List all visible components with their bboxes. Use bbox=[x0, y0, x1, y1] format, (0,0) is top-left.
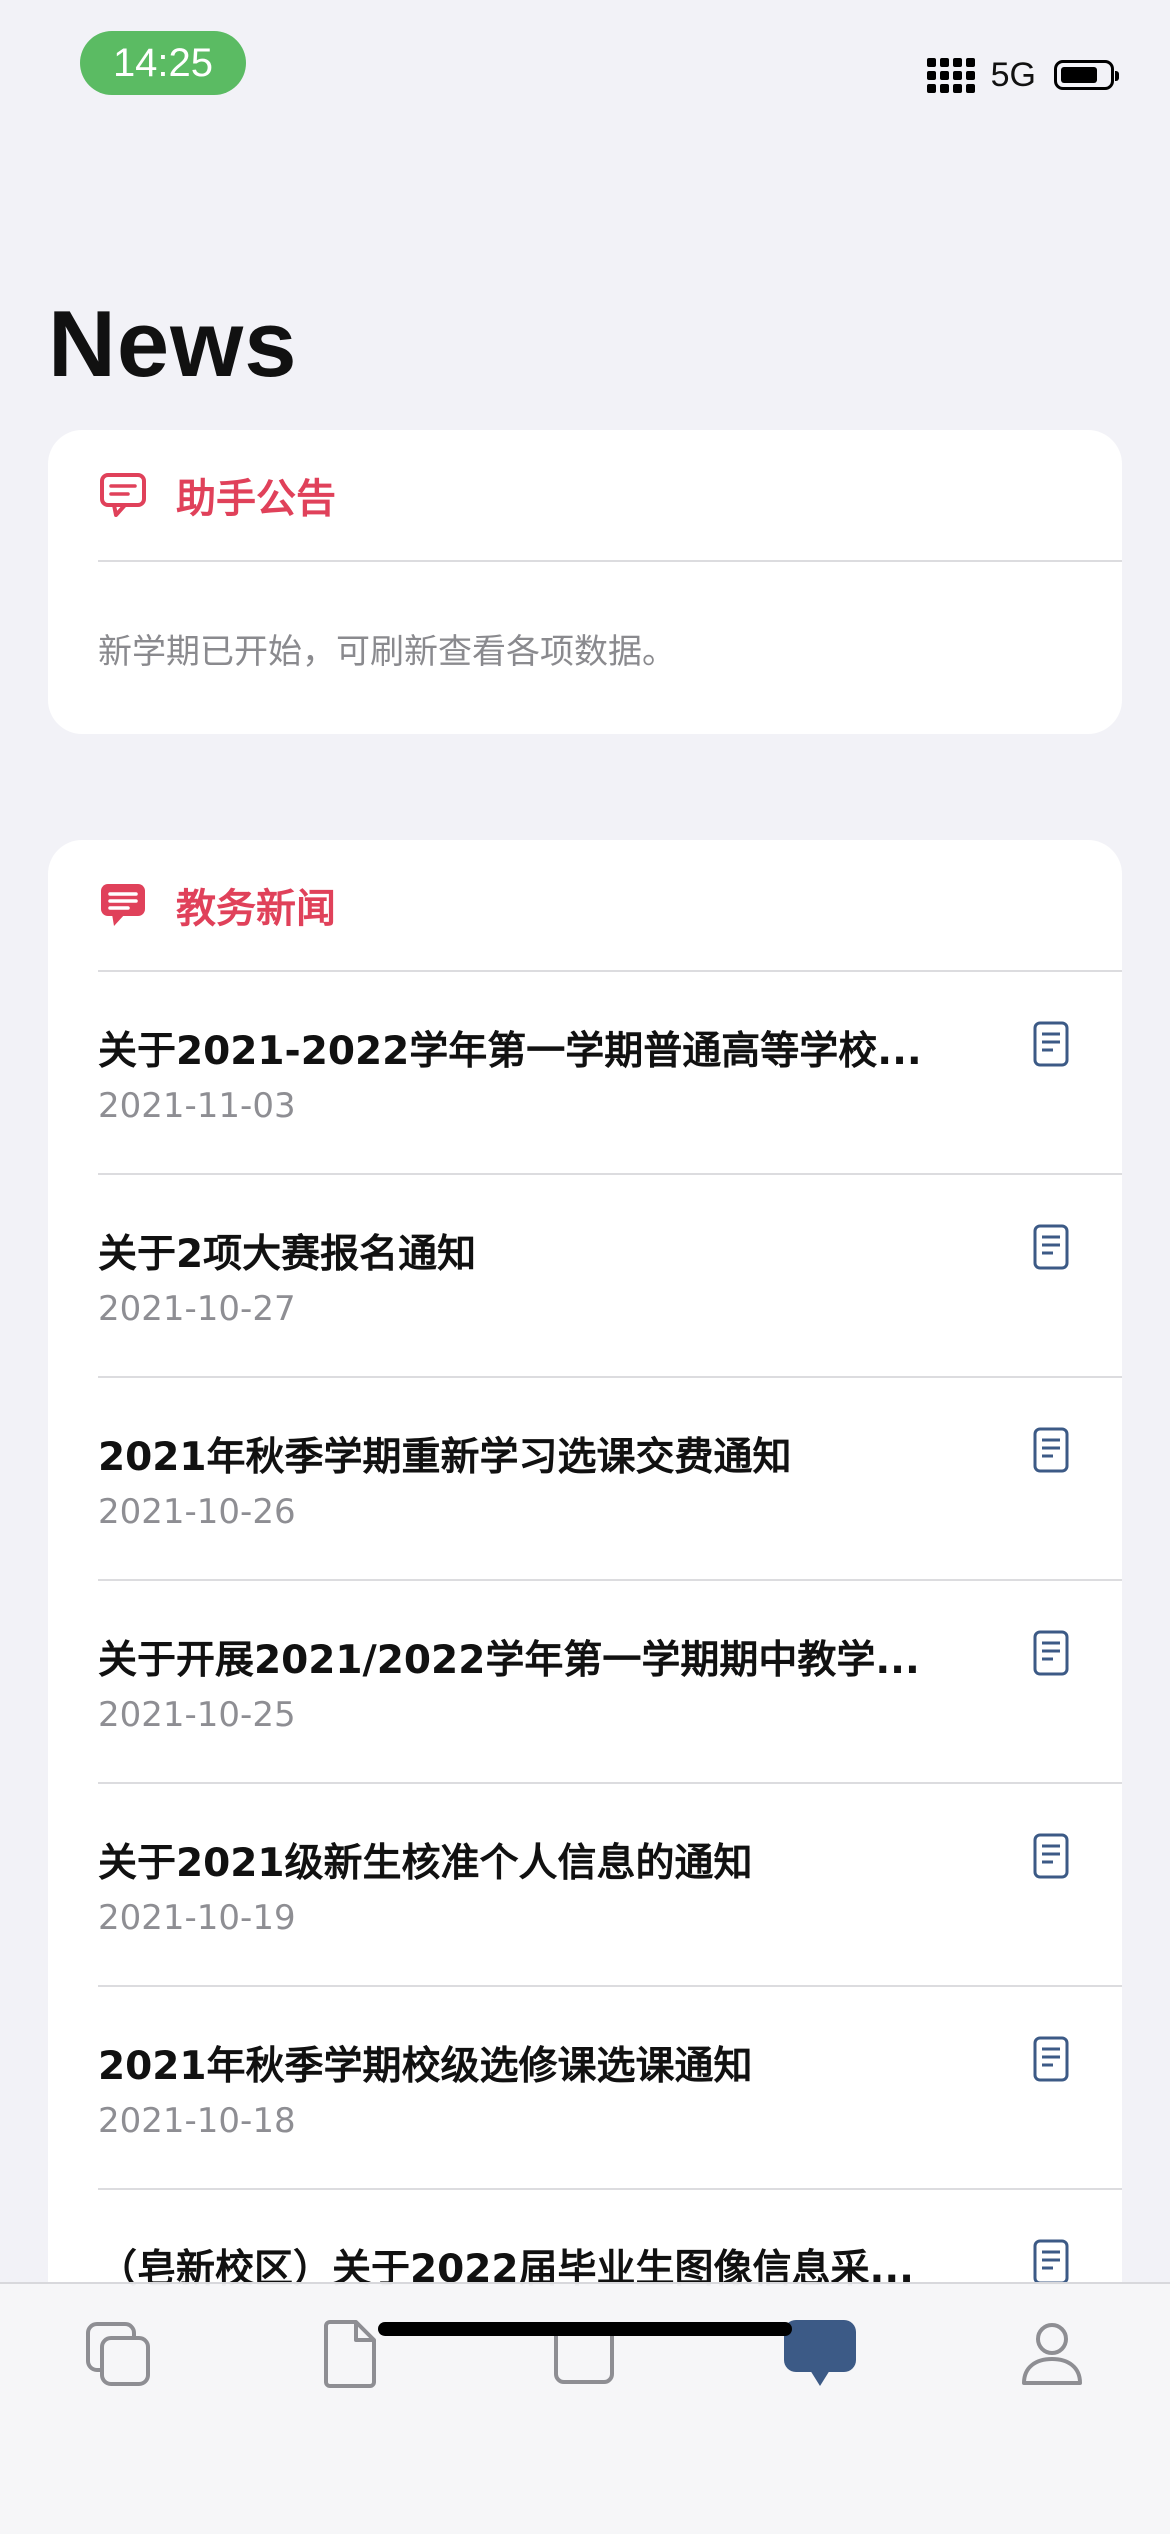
news-item-title: 2021年秋季学期重新学习选课交费通知 bbox=[98, 1435, 792, 1480]
document-icon[interactable] bbox=[1032, 2238, 1070, 2286]
news-item[interactable]: 关于2021级新生核准个人信息的通知 2021-10-19 bbox=[48, 1784, 1122, 1987]
news-item-title: 关于2021-2022学年第一学期普通高等学校... bbox=[98, 1029, 922, 1074]
tab-profile[interactable] bbox=[1012, 2314, 1092, 2394]
status-indicators: 5G bbox=[926, 52, 1119, 98]
news-header: 教务新闻 bbox=[48, 840, 1122, 970]
announcement-card: 助手公告 新学期已开始，可刷新查看各项数据。 bbox=[48, 430, 1122, 734]
document-icon[interactable] bbox=[1032, 2035, 1070, 2083]
message-icon bbox=[100, 473, 146, 517]
page-title: News bbox=[48, 291, 298, 396]
announcement-text: 新学期已开始，可刷新查看各项数据。 bbox=[98, 632, 676, 672]
home-indicator bbox=[378, 2322, 792, 2336]
tab-overview[interactable] bbox=[78, 2314, 158, 2394]
news-item[interactable]: 关于2项大赛报名通知 2021-10-27 bbox=[48, 1175, 1122, 1378]
status-time: 14:25 bbox=[80, 31, 246, 95]
document-icon[interactable] bbox=[1032, 1832, 1070, 1880]
person-icon bbox=[1022, 2323, 1082, 2385]
news-item[interactable]: 关于2021-2022学年第一学期普通高等学校... 2021-11-03 bbox=[48, 972, 1122, 1175]
message-filled-icon bbox=[101, 884, 145, 926]
news-item-date: 2021-10-25 bbox=[98, 1695, 296, 1735]
battery-icon bbox=[1054, 60, 1119, 90]
announcement-title: 助手公告 bbox=[176, 476, 336, 522]
document-icon bbox=[324, 2320, 376, 2388]
copy-icon bbox=[86, 2322, 150, 2386]
signal-icon bbox=[926, 57, 975, 93]
news-item-title: 2021年秋季学期校级选修课选课通知 bbox=[98, 2044, 753, 2089]
news-item-date: 2021-10-19 bbox=[98, 1898, 296, 1938]
document-icon[interactable] bbox=[1032, 1629, 1070, 1677]
news-item-date: 2021-11-03 bbox=[98, 1086, 296, 1126]
news-item[interactable]: 关于开展2021/2022学年第一学期期中教学... 2021-10-25 bbox=[48, 1581, 1122, 1784]
chat-bubble-icon bbox=[784, 2320, 856, 2386]
news-card: 教务新闻 关于2021-2022学年第一学期普通高等学校... 2021-11-… bbox=[48, 840, 1122, 2340]
news-list: 关于2021-2022学年第一学期普通高等学校... 2021-11-03 关于… bbox=[48, 972, 1122, 2340]
news-item-title: 关于开展2021/2022学年第一学期期中教学... bbox=[98, 1638, 920, 1683]
news-item[interactable]: 2021年秋季学期重新学习选课交费通知 2021-10-26 bbox=[48, 1378, 1122, 1581]
document-icon[interactable] bbox=[1032, 1223, 1070, 1271]
news-title: 教务新闻 bbox=[176, 886, 336, 932]
news-item-title: 关于2021级新生核准个人信息的通知 bbox=[98, 1841, 753, 1886]
document-icon[interactable] bbox=[1032, 1426, 1070, 1474]
news-item-date: 2021-10-27 bbox=[98, 1289, 296, 1329]
news-item-date: 2021-10-18 bbox=[98, 2101, 296, 2141]
news-item-date: 2021-10-26 bbox=[98, 1492, 296, 1532]
network-label: 5G bbox=[990, 55, 1036, 94]
news-item-title: 关于2项大赛报名通知 bbox=[98, 1232, 477, 1277]
tab-bar bbox=[0, 2282, 1170, 2534]
news-item[interactable]: 2021年秋季学期校级选修课选课通知 2021-10-18 bbox=[48, 1987, 1122, 2190]
announcement-header: 助手公告 bbox=[48, 430, 1122, 560]
document-icon[interactable] bbox=[1032, 1020, 1070, 1068]
